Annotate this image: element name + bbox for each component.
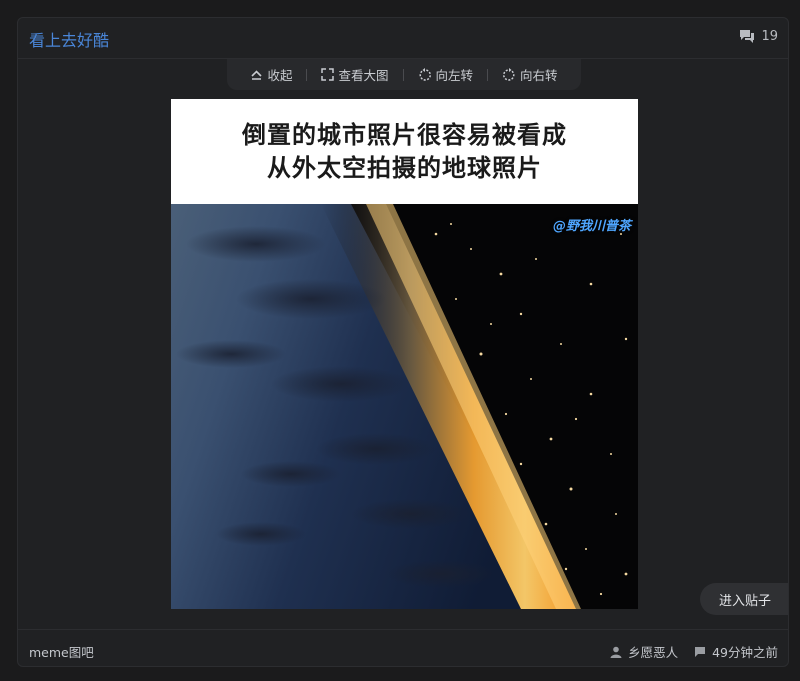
- image-caption: 倒置的城市照片很容易被看成 从外太空拍摄的地球照片: [171, 99, 638, 204]
- post-header: 看上去好酷 19: [18, 18, 788, 59]
- city-horizon-photo: [171, 204, 638, 609]
- post-title[interactable]: 看上去好酷: [29, 27, 109, 51]
- view-large-button[interactable]: 查看大图: [321, 65, 389, 84]
- expand-icon: [321, 68, 335, 81]
- post-time: 49分钟之前: [694, 642, 778, 661]
- post-footer: meme图吧 乡愿恶人 49分钟之前: [18, 629, 788, 666]
- reply-bubble-icon: [694, 646, 706, 658]
- collapse-up-icon: [250, 69, 263, 81]
- rotate-right-button[interactable]: 向右转: [502, 65, 558, 84]
- post-meta: 乡愿恶人 49分钟之前: [610, 642, 778, 661]
- rotate-right-icon: [502, 67, 516, 82]
- divider: [402, 68, 404, 81]
- image-caption-line2: 从外太空拍摄的地球照片: [267, 153, 542, 182]
- post-card: 看上去好酷 19 收起 查看大图 向左转 向右转 倒置的城市照片很容易被看成 从…: [17, 17, 789, 667]
- image-watermark: @野我川普茶: [552, 219, 631, 234]
- image-caption-line1: 倒置的城市照片很容易被看成: [242, 120, 567, 149]
- rotate-left-label: 向左转: [435, 68, 474, 83]
- view-large-label: 查看大图: [338, 68, 389, 83]
- user-icon: [610, 646, 622, 658]
- collapse-button[interactable]: 收起: [250, 65, 292, 84]
- post-image[interactable]: 倒置的城市照片很容易被看成 从外太空拍摄的地球照片 @野我川普茶: [171, 99, 638, 609]
- enter-post-button[interactable]: 进入贴子: [700, 583, 788, 615]
- author[interactable]: 乡愿恶人: [610, 642, 678, 661]
- comment-count[interactable]: 19: [739, 29, 778, 44]
- image-toolbar: 收起 查看大图 向左转 向右转: [227, 59, 581, 90]
- rotate-left-button[interactable]: 向左转: [418, 65, 474, 84]
- post-time-value: 49分钟之前: [712, 645, 778, 660]
- rotate-right-label: 向右转: [520, 68, 558, 83]
- collapse-label: 收起: [267, 68, 293, 83]
- comment-bubble-icon: [739, 29, 755, 44]
- divider: [487, 68, 489, 81]
- author-name: 乡愿恶人: [628, 645, 679, 660]
- forum-link[interactable]: meme图吧: [29, 642, 94, 661]
- divider: [306, 68, 308, 81]
- comment-count-value: 19: [761, 29, 778, 44]
- rotate-left-icon: [418, 67, 432, 82]
